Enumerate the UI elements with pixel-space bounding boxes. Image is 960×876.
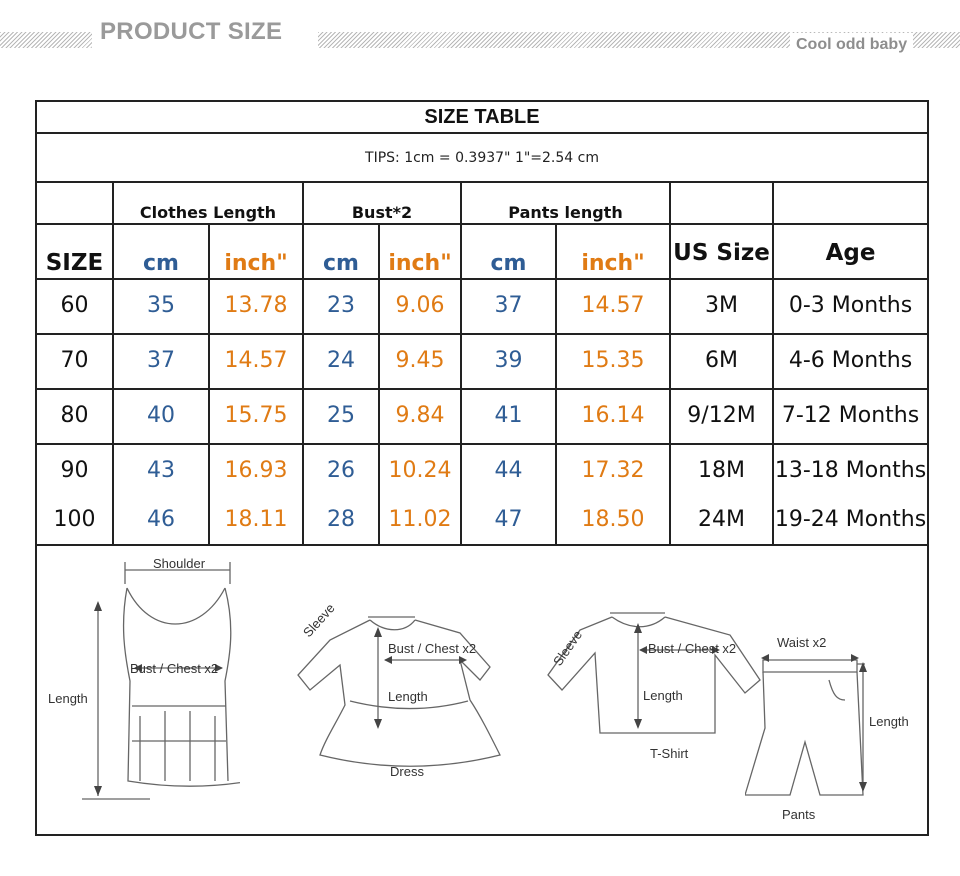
pants-caption: Pants xyxy=(782,807,816,822)
cell-bust-inch: 10.24 xyxy=(388,457,452,483)
group-bust: Bust*2 xyxy=(351,202,413,222)
cell-clothes-length-cm: 40 xyxy=(147,402,175,428)
cell-clothes-length-inch: 16.93 xyxy=(224,457,288,483)
cell-size: 100 xyxy=(53,506,96,532)
dress-bust-label: Bust / Chest x2 xyxy=(388,641,477,656)
cell-clothes-length-inch: 18.11 xyxy=(224,506,288,532)
vest-diagram xyxy=(82,562,240,800)
unit-cm: cm xyxy=(323,250,359,276)
cell-clothes-length-inch: 15.75 xyxy=(224,402,288,428)
size-table-title: SIZE TABLE xyxy=(424,105,540,128)
cell-clothes-length-cm: 35 xyxy=(147,292,175,318)
pants-length-label: Length xyxy=(869,714,909,729)
column-size: SIZE xyxy=(45,250,104,276)
unit-inch: inch" xyxy=(388,250,452,276)
cell-size: 60 xyxy=(60,292,89,318)
cell-age: 4-6 Months xyxy=(788,347,913,373)
cell-age: 7-12 Months xyxy=(781,402,920,428)
cell-us-size: 3M xyxy=(705,292,738,318)
cell-us-size: 18M xyxy=(698,457,745,483)
grid-line xyxy=(37,544,927,546)
vest-length-label: Length xyxy=(48,691,88,706)
vest-shoulder-label: Shoulder xyxy=(153,556,206,571)
pants-waist-label: Waist x2 xyxy=(777,635,827,650)
cell-size: 70 xyxy=(60,347,89,373)
column-us-size: US Size xyxy=(673,240,770,266)
cell-clothes-length-cm: 43 xyxy=(147,457,175,483)
cell-clothes-length-cm: 37 xyxy=(147,347,175,373)
header-hatch-left xyxy=(0,32,92,48)
grid-line xyxy=(37,181,927,183)
cell-pants-length-inch: 15.35 xyxy=(581,347,645,373)
tshirt-diagram xyxy=(547,612,761,734)
cell-age: 13-18 Months xyxy=(774,457,927,483)
cell-pants-length-cm: 47 xyxy=(494,506,523,532)
tshirt-caption: T-Shirt xyxy=(650,746,689,761)
tshirt-bust-label: Bust / Chest x2 xyxy=(648,641,737,656)
cell-bust-inch: 11.02 xyxy=(388,506,452,532)
cell-bust-cm: 28 xyxy=(327,506,355,532)
cell-clothes-length-inch: 14.57 xyxy=(224,347,288,373)
cell-bust-cm: 26 xyxy=(327,457,355,483)
unit-cm: cm xyxy=(143,250,179,276)
pants-diagram xyxy=(745,654,867,796)
cell-pants-length-inch: 16.14 xyxy=(581,402,645,428)
cell-pants-length-cm: 41 xyxy=(494,402,523,428)
cell-bust-cm: 25 xyxy=(327,402,355,428)
tshirt-length-label: Length xyxy=(643,688,683,703)
cell-age: 19-24 Months xyxy=(774,506,927,532)
cell-bust-cm: 24 xyxy=(327,347,355,373)
cell-us-size: 24M xyxy=(698,506,745,532)
conversion-tips: TIPS: 1cm = 0.3937" 1"=2.54 cm xyxy=(365,149,599,166)
cell-pants-length-inch: 18.50 xyxy=(581,506,645,532)
vest-bust-label: Bust / Chest x2 xyxy=(130,661,219,676)
cell-age: 0-3 Months xyxy=(788,292,913,318)
brand-badge: Cool odd baby xyxy=(790,33,914,57)
grid-line xyxy=(37,333,927,335)
grid-line xyxy=(37,223,927,225)
cell-size: 80 xyxy=(60,402,89,428)
dress-caption: Dress xyxy=(390,764,424,779)
group-pants-length: Pants length xyxy=(508,202,623,222)
page-title: PRODUCT SIZE xyxy=(100,18,283,45)
unit-cm: cm xyxy=(490,250,527,276)
cell-bust-inch: 9.84 xyxy=(395,402,445,428)
cell-us-size: 9/12M xyxy=(687,402,756,428)
cell-pants-length-inch: 17.32 xyxy=(581,457,645,483)
unit-inch: inch" xyxy=(224,250,288,276)
cell-pants-length-inch: 14.57 xyxy=(581,292,645,318)
dress-length-label: Length xyxy=(388,689,428,704)
cell-size: 90 xyxy=(60,457,89,483)
cell-pants-length-cm: 37 xyxy=(494,292,523,318)
unit-inch: inch" xyxy=(581,250,645,276)
group-clothes-length: Clothes Length xyxy=(139,202,277,222)
column-age: Age xyxy=(825,240,876,266)
cell-bust-inch: 9.06 xyxy=(395,292,445,318)
cell-bust-inch: 9.45 xyxy=(395,347,445,373)
cell-clothes-length-inch: 13.78 xyxy=(224,292,288,318)
cell-pants-length-cm: 44 xyxy=(494,457,523,483)
cell-clothes-length-cm: 46 xyxy=(147,506,175,532)
grid-line xyxy=(37,443,927,445)
grid-line xyxy=(37,388,927,390)
cell-pants-length-cm: 39 xyxy=(494,347,523,373)
cell-us-size: 6M xyxy=(705,347,738,373)
cell-bust-cm: 23 xyxy=(327,292,355,318)
